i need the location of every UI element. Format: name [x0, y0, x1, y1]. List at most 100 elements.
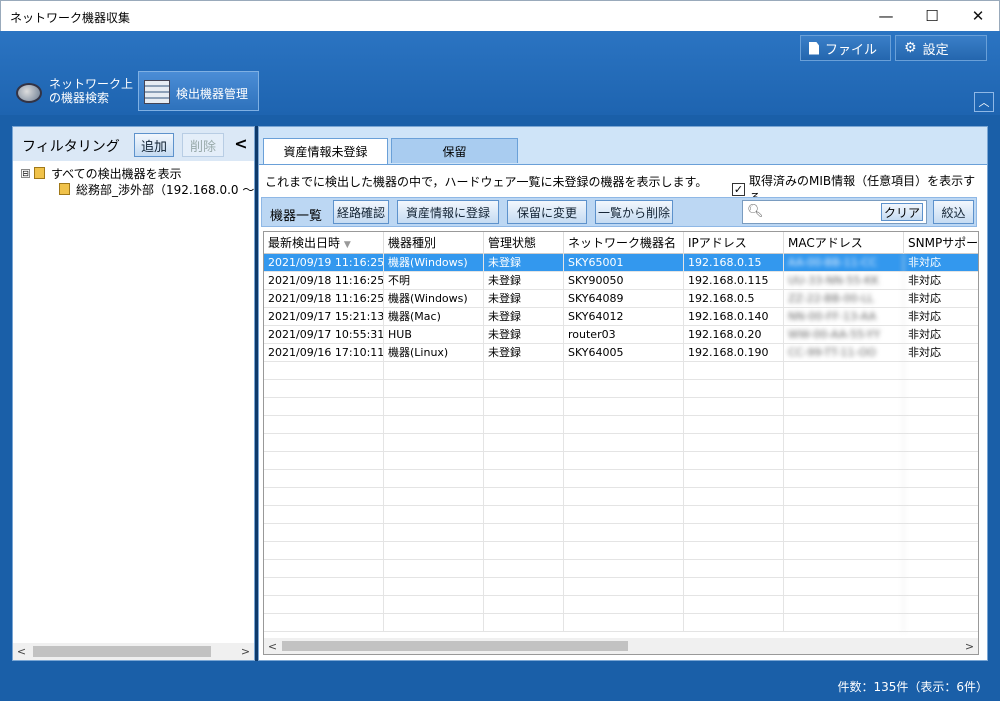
- cell-mac: AA-00-BB-11-CC: [784, 254, 904, 272]
- cell-device-type: 不明: [384, 272, 484, 290]
- close-button[interactable]: ✕: [955, 1, 1000, 31]
- cell-mac: [784, 452, 904, 470]
- tree-expander-icon[interactable]: ⊟: [21, 168, 30, 178]
- table-row[interactable]: 2021/09/19 11:16:25 機器(Windows) 未登録 SKY6500…: [264, 254, 978, 272]
- cell-snmp: [904, 560, 978, 578]
- cell-snmp: [904, 380, 978, 398]
- filter-pane-title: フィルタリング: [22, 139, 120, 155]
- cell-ip: 192.168.0.190: [684, 344, 784, 362]
- cell-device-type: [384, 380, 484, 398]
- record-count: 件数：135件（表示：6件）: [837, 680, 988, 694]
- cell-device-type: [384, 452, 484, 470]
- cell-snmp: [904, 398, 978, 416]
- column-header-ip[interactable]: IPアドレス: [684, 232, 784, 254]
- empty-row: [264, 488, 978, 506]
- gear-icon: ⚙: [904, 40, 917, 56]
- table-row[interactable]: 2021/09/16 17:10:11 機器(Linux) 未登録 SKY64005 1…: [264, 344, 978, 362]
- table-row[interactable]: 2021/09/18 11:16:25 機器(Windows) 未登録 SKY6408…: [264, 290, 978, 308]
- scroll-thumb[interactable]: [282, 641, 628, 651]
- empty-row: [264, 470, 978, 488]
- change-to-hold-button[interactable]: 保留に変更: [507, 200, 587, 224]
- cell-snmp: 非対応: [908, 292, 941, 305]
- register-asset-button[interactable]: 資産情報に登録: [397, 200, 499, 224]
- magnifier-icon: [16, 83, 42, 103]
- checkbox-checked-icon[interactable]: ✓: [732, 182, 745, 196]
- nav-detected-devices[interactable]: 検出機器管理: [138, 71, 259, 111]
- collapse-pane-button[interactable]: <: [231, 131, 251, 155]
- empty-row: [264, 434, 978, 452]
- cell-status: 未登録: [484, 344, 564, 362]
- cell-status: [484, 398, 564, 416]
- cell-device-type: [384, 470, 484, 488]
- cell-detected-time: [264, 542, 384, 560]
- maximize-button[interactable]: ☐: [909, 1, 955, 31]
- nav-detected-devices-label: 検出機器管理: [176, 87, 249, 101]
- column-header-mac[interactable]: MACアドレス: [784, 232, 904, 254]
- search-field[interactable]: 🔍︎ クリア: [742, 200, 927, 224]
- clear-search-button[interactable]: クリア: [881, 203, 923, 221]
- cell-mac: [784, 578, 904, 596]
- empty-row: [264, 362, 978, 380]
- tab-hold[interactable]: 保留: [391, 138, 518, 163]
- column-header-detected-time[interactable]: 最新検出日時 ▼: [264, 232, 384, 254]
- cell-snmp: 非対応: [908, 310, 941, 323]
- cell-snmp: [904, 524, 978, 542]
- cell-snmp: 非対応: [908, 274, 941, 287]
- cell-status: 未登録: [484, 308, 564, 326]
- cell-status: [484, 416, 564, 434]
- cell-ip: [684, 380, 784, 398]
- delete-filter-button[interactable]: 削除: [182, 133, 224, 157]
- cell-detected-time: [264, 560, 384, 578]
- collapse-ribbon-button[interactable]: ︿: [974, 92, 994, 112]
- table-row[interactable]: 2021/09/17 10:55:31 HUB 未登録 router03 192.168…: [264, 326, 978, 344]
- scroll-thumb[interactable]: [33, 646, 211, 657]
- cell-detected-time: 2021/09/19 11:16:25: [264, 254, 384, 272]
- cell-mac: [784, 614, 904, 632]
- remove-from-list-button[interactable]: 一覧から削除: [595, 200, 673, 224]
- tree-item-department[interactable]: 総務部_渉外部（192.168.0.0 ～ 192: [21, 181, 281, 197]
- cell-snmp: 非対応: [908, 328, 941, 341]
- route-check-button[interactable]: 経路確認: [333, 200, 389, 224]
- settings-button[interactable]: ⚙ 設定: [895, 35, 987, 61]
- minimize-button[interactable]: —: [863, 1, 909, 31]
- table-scrollbar[interactable]: < >: [264, 638, 978, 654]
- scroll-left-icon[interactable]: <: [264, 638, 281, 654]
- cell-status: [484, 542, 564, 560]
- cell-mac: [784, 596, 904, 614]
- cell-network-name: router03: [564, 326, 684, 344]
- cell-device-type: [384, 434, 484, 452]
- cell-detected-time: 2021/09/18 11:16:25: [264, 290, 384, 308]
- cell-status: [484, 578, 564, 596]
- filter-button[interactable]: 絞込: [933, 200, 974, 224]
- cell-mac: ZZ-22-BB-00-LL: [784, 290, 904, 308]
- cell-snmp: [904, 614, 978, 632]
- cell-status: [484, 470, 564, 488]
- cell-network-name: [564, 560, 684, 578]
- add-filter-button[interactable]: 追加: [134, 133, 174, 157]
- cell-snmp: [904, 470, 978, 488]
- table-row[interactable]: 2021/09/18 11:16:25 不明 未登録 SKY90050 192.168.…: [264, 272, 978, 290]
- cell-device-type: [384, 578, 484, 596]
- file-menu-label: ファイル: [825, 42, 878, 58]
- cell-mac: WW-00-AA-55-YY: [784, 326, 904, 344]
- column-header-network-name[interactable]: ネットワーク機器名: [564, 232, 684, 254]
- scroll-right-icon[interactable]: >: [237, 643, 254, 660]
- cell-detected-time: [264, 488, 384, 506]
- device-pane: 資産情報未登録 保留 これまでに検出した機器の中で，ハードウェア一覧に未登録の機…: [258, 126, 988, 661]
- nav-network-search-label: ネットワーク上の機器検索: [49, 77, 134, 105]
- tab-unregistered[interactable]: 資産情報未登録: [263, 138, 388, 164]
- cell-snmp: [904, 434, 978, 452]
- filter-pane-scrollbar[interactable]: < >: [13, 643, 254, 660]
- table-row[interactable]: 2021/09/17 15:21:13 機器(Mac) 未登録 SKY64012 192…: [264, 308, 978, 326]
- column-header-status[interactable]: 管理状態: [484, 232, 564, 254]
- file-menu-button[interactable]: ファイル: [800, 35, 891, 61]
- nav-network-search[interactable]: ネットワーク上の機器検索: [16, 75, 133, 111]
- column-header-snmp[interactable]: SNMPサポート: [904, 232, 978, 254]
- cell-ip: [684, 560, 784, 578]
- scroll-right-icon[interactable]: >: [961, 638, 978, 654]
- tree-item-all[interactable]: ⊟ すべての検出機器を表示: [21, 165, 281, 181]
- window-title: ネットワーク機器収集: [10, 11, 131, 25]
- scroll-left-icon[interactable]: <: [13, 643, 30, 660]
- cell-snmp: [904, 542, 978, 560]
- column-header-device-type[interactable]: 機器種別: [384, 232, 484, 254]
